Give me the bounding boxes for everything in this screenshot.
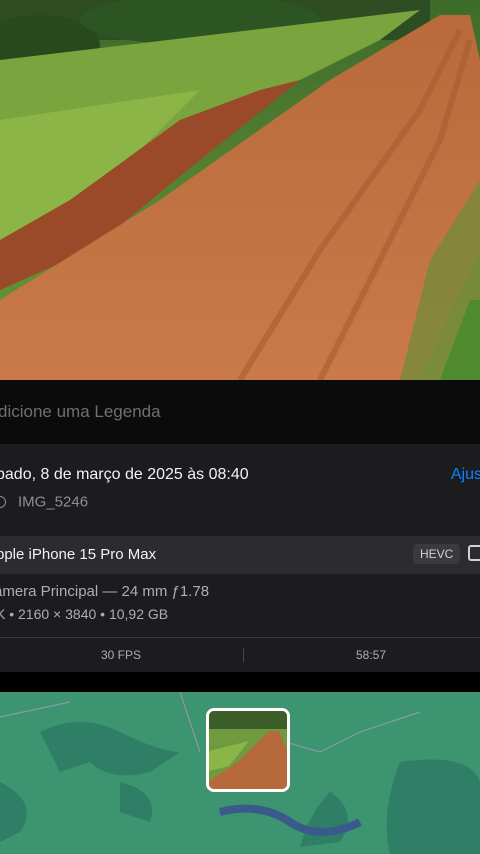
video-duration: 58:57 (355, 648, 387, 662)
device-details: âmera Principal — 24 mm ƒ1.78 K • 2160 ×… (0, 574, 480, 638)
file-row: IMG_5246 (0, 493, 88, 511)
frame-rate: 30 FPS (100, 648, 142, 662)
adjust-button[interactable]: Ajus (451, 466, 480, 484)
device-name: pple iPhone 15 Pro Max (0, 546, 157, 563)
square-settings-icon[interactable] (468, 545, 480, 561)
location-thumbnail[interactable] (206, 708, 290, 792)
video-preview[interactable] (0, 0, 480, 380)
device-footer: 30 FPS 58:57 (0, 638, 480, 672)
device-header: pple iPhone 15 Pro Max HEVC (0, 536, 480, 574)
video-file-icon (0, 496, 6, 509)
capture-date: bado, 8 de março de 2025 às 08:40 (0, 466, 249, 483)
caption-placeholder: dicione uma Legenda (0, 402, 161, 421)
caption-field[interactable]: dicione uma Legenda (0, 380, 480, 444)
info-panel: bado, 8 de março de 2025 às 08:40 Ajus I… (0, 444, 480, 536)
video-specs: K • 2160 × 3840 • 10,92 GB (0, 606, 169, 622)
lens-info: âmera Principal — 24 mm ƒ1.78 (0, 583, 210, 600)
thumbnail-image (209, 711, 287, 789)
dirt-road-image (0, 0, 480, 380)
format-badge: HEVC (413, 544, 461, 564)
spacer (0, 672, 480, 692)
file-name: IMG_5246 (18, 493, 89, 511)
